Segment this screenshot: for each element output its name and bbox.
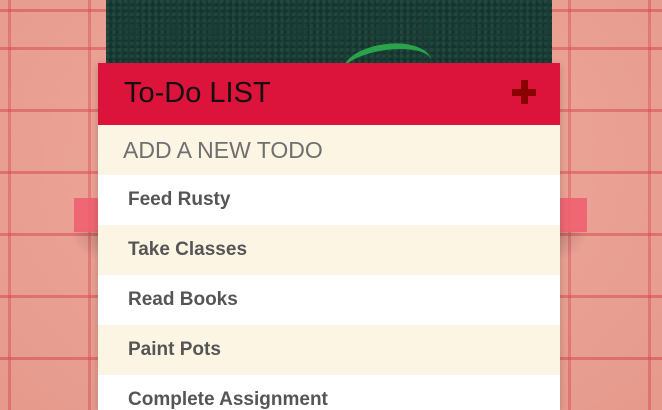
plus-icon[interactable] [510, 78, 538, 106]
todo-item[interactable]: Read Books [98, 275, 560, 325]
plus-icon-vertical [520, 80, 528, 104]
todo-header: To-Do LIST [98, 63, 560, 125]
todo-item[interactable]: Complete Assignment [98, 375, 560, 410]
todo-item[interactable]: Take Classes [98, 225, 560, 275]
new-todo-input[interactable] [98, 125, 560, 175]
todo-card: To-Do LIST Feed Rusty Take Classes Read … [98, 63, 560, 410]
tape-right [557, 198, 587, 232]
todo-list: Feed Rusty Take Classes Read Books Paint… [98, 175, 560, 410]
todo-item[interactable]: Feed Rusty [98, 175, 560, 225]
tape-shadow-left [70, 230, 100, 260]
tape-shadow-right [558, 230, 588, 260]
page-title: To-Do LIST [124, 77, 271, 109]
todo-item[interactable]: Paint Pots [98, 325, 560, 375]
